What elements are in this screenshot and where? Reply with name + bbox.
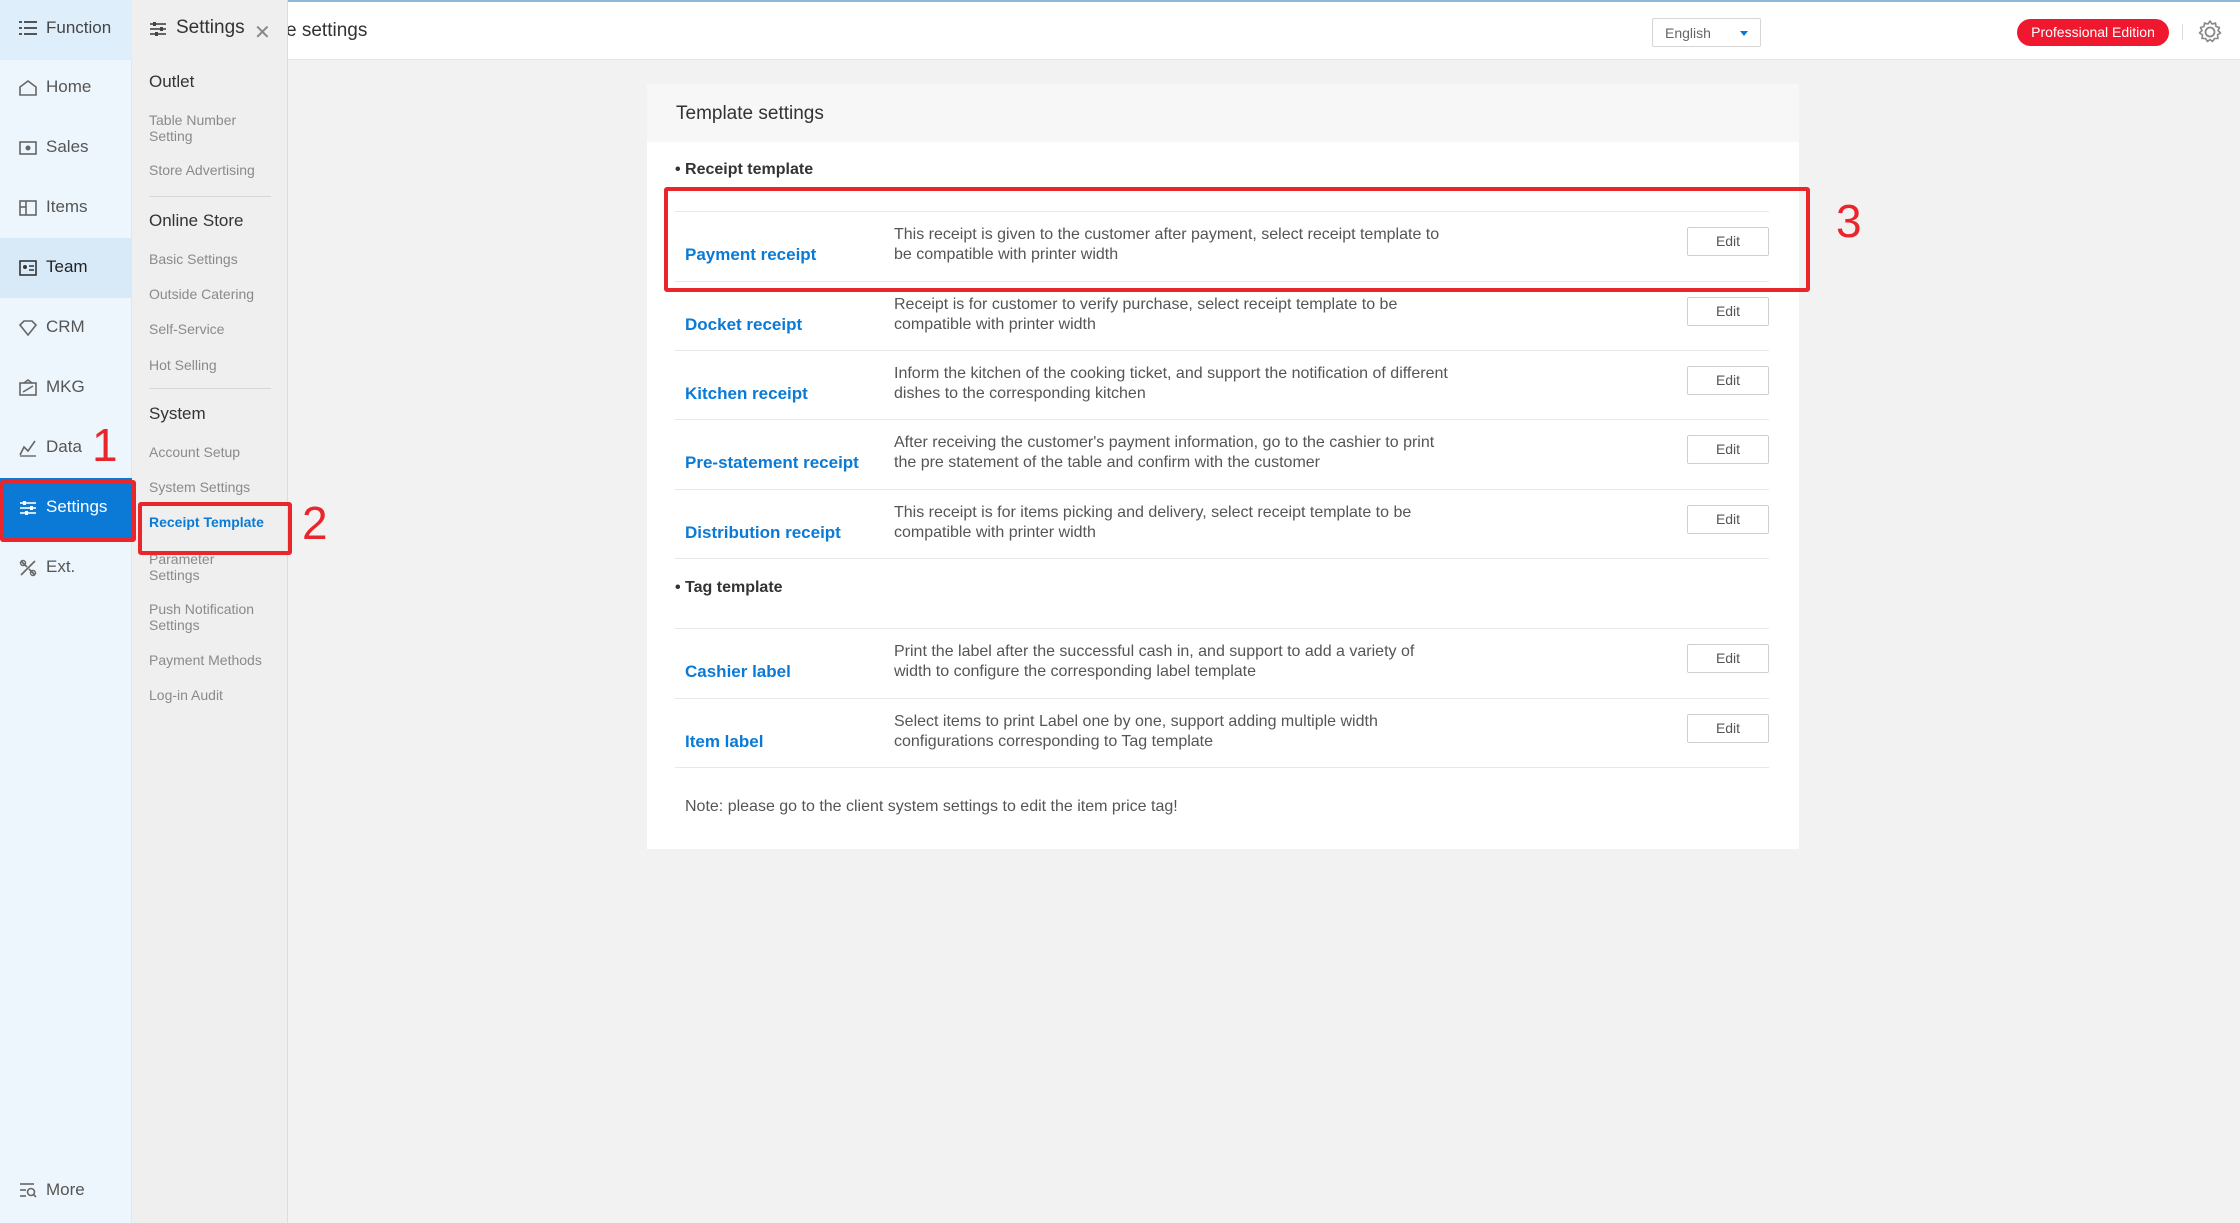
template-name: Item label — [685, 732, 764, 751]
nav-label: Items — [46, 197, 88, 216]
crm-icon — [18, 320, 38, 337]
submenu-link-basic-settings[interactable]: Basic Settings — [149, 251, 279, 267]
submenu-link-table-number-setting[interactable]: Table Number Setting — [149, 112, 279, 144]
page-title: e settings — [286, 20, 368, 41]
template-name: Cashier label — [685, 662, 791, 681]
edit-button[interactable]: Edit — [1687, 644, 1769, 673]
template-description: Inform the kitchen of the cooking ticket… — [894, 365, 1448, 402]
card-header: Template settings — [647, 84, 1799, 142]
nav-label: Home — [46, 77, 92, 96]
nav-item-ext[interactable]: Ext. — [0, 538, 132, 598]
nav-item-items[interactable]: Items — [0, 178, 132, 238]
template-name: Distribution receipt — [685, 523, 841, 542]
nav-label: Ext. — [46, 557, 76, 576]
nav-item-more[interactable]: More — [0, 1160, 132, 1220]
nav-label: Team — [46, 257, 88, 276]
nav-item-team[interactable]: Team — [0, 238, 132, 298]
submenu-link-hot-selling[interactable]: Hot Selling — [149, 357, 279, 373]
nav-label: CRM — [46, 317, 85, 336]
divider — [675, 767, 1769, 768]
template-name: Pre-statement receipt — [685, 453, 859, 472]
submenu-link-parameter-settings[interactable]: Parameter Settings — [149, 551, 231, 583]
annotation-number-3: 3 — [1836, 195, 1862, 247]
template-description: Receipt is for customer to verify purcha… — [894, 296, 1398, 333]
edit-button[interactable]: Edit — [1687, 505, 1769, 534]
submenu-link-account-setup[interactable]: Account Setup — [149, 444, 279, 460]
note-text: Note: please go to the client system set… — [685, 798, 1178, 815]
team-icon — [19, 260, 37, 276]
annotation-box-1 — [0, 480, 136, 542]
top-header: e settings English Professional Edition — [0, 0, 2240, 60]
annotation-number-1: 1 — [92, 419, 118, 471]
template-row-kitchen-receipt: Kitchen receipt Inform the kitchen of th… — [675, 350, 1769, 420]
edition-badge[interactable]: Professional Edition — [2017, 19, 2169, 46]
divider — [149, 388, 271, 389]
settings-submenu: Settings ✕ Outlet Table Number Setting S… — [132, 0, 288, 1223]
items-icon — [19, 200, 37, 216]
ext-icon — [19, 559, 37, 577]
template-row-distribution-receipt: Distribution receipt This receipt is for… — [675, 489, 1769, 559]
submenu-group-online-store: Online Store — [149, 211, 244, 230]
submenu-header: Settings ✕ — [132, 0, 288, 60]
submenu-link-store-advertising[interactable]: Store Advertising — [149, 162, 279, 178]
template-description: Select items to print Label one by one, … — [894, 713, 1378, 750]
edit-button[interactable]: Edit — [1687, 297, 1769, 326]
nav-label: MKG — [46, 377, 85, 396]
close-icon[interactable]: ✕ — [254, 20, 271, 45]
divider — [675, 558, 1769, 559]
template-description: This receipt is for items picking and de… — [894, 504, 1412, 541]
edit-button[interactable]: Edit — [1687, 714, 1769, 743]
language-select[interactable]: English — [1652, 18, 1761, 47]
gear-icon[interactable] — [2196, 18, 2224, 46]
template-description: After receiving the customer's payment i… — [894, 434, 1435, 471]
submenu-link-outside-catering[interactable]: Outside Catering — [149, 286, 279, 302]
nav-item-home[interactable]: Home — [0, 58, 132, 118]
more-icon — [20, 1183, 37, 1198]
annotation-box-2 — [138, 502, 292, 555]
nav-label: More — [46, 1180, 85, 1199]
annotation-box-3 — [664, 187, 1810, 292]
mkg-icon — [19, 379, 37, 396]
section-title-tag: • Tag template — [675, 579, 783, 596]
function-label: Function — [46, 18, 112, 37]
submenu-link-log-in-audit[interactable]: Log-in Audit — [149, 687, 279, 703]
submenu-link-self-service[interactable]: Self-Service — [149, 321, 279, 337]
template-name: Docket receipt — [685, 315, 803, 334]
nav-label: Data — [46, 437, 82, 456]
card-title: Template settings — [676, 103, 824, 124]
template-row-pre-statement-receipt: Pre-statement receipt After receiving th… — [675, 419, 1769, 489]
nav-item-crm[interactable]: CRM — [0, 298, 132, 358]
settings-sliders-icon — [150, 22, 166, 36]
nav-item-sales[interactable]: Sales — [0, 118, 132, 178]
template-row-item-label: Item label Select items to print Label o… — [675, 698, 1769, 768]
nav-item-mkg[interactable]: MKG — [0, 358, 132, 418]
home-icon — [19, 80, 37, 96]
template-description: Print the label after the successful cas… — [894, 643, 1415, 680]
template-name: Kitchen receipt — [685, 384, 808, 403]
left-nav: Function Home Sales Items Team CRM MKG D… — [0, 0, 132, 1223]
language-value: English — [1665, 25, 1711, 41]
submenu-link-payment-methods[interactable]: Payment Methods — [149, 652, 279, 668]
chevron-down-icon — [1740, 31, 1748, 36]
list-icon — [19, 21, 37, 35]
edit-button[interactable]: Edit — [1687, 366, 1769, 395]
submenu-link-system-settings[interactable]: System Settings — [149, 479, 279, 495]
annotation-number-2: 2 — [302, 497, 328, 549]
nav-label: Sales — [46, 137, 89, 156]
data-icon — [19, 440, 36, 457]
submenu-link-push-notification-settings[interactable]: Push Notification Settings — [149, 601, 279, 633]
sales-icon — [19, 141, 37, 155]
function-menu-button[interactable]: Function — [0, 0, 132, 60]
template-row-cashier-label: Cashier label Print the label after the … — [675, 628, 1769, 698]
section-title-receipt: • Receipt template — [675, 161, 814, 178]
divider — [2182, 24, 2183, 40]
divider — [149, 196, 271, 197]
submenu-group-system: System — [149, 404, 206, 423]
submenu-title: Settings — [176, 17, 245, 38]
submenu-group-outlet: Outlet — [149, 72, 195, 91]
edit-button[interactable]: Edit — [1687, 435, 1769, 464]
